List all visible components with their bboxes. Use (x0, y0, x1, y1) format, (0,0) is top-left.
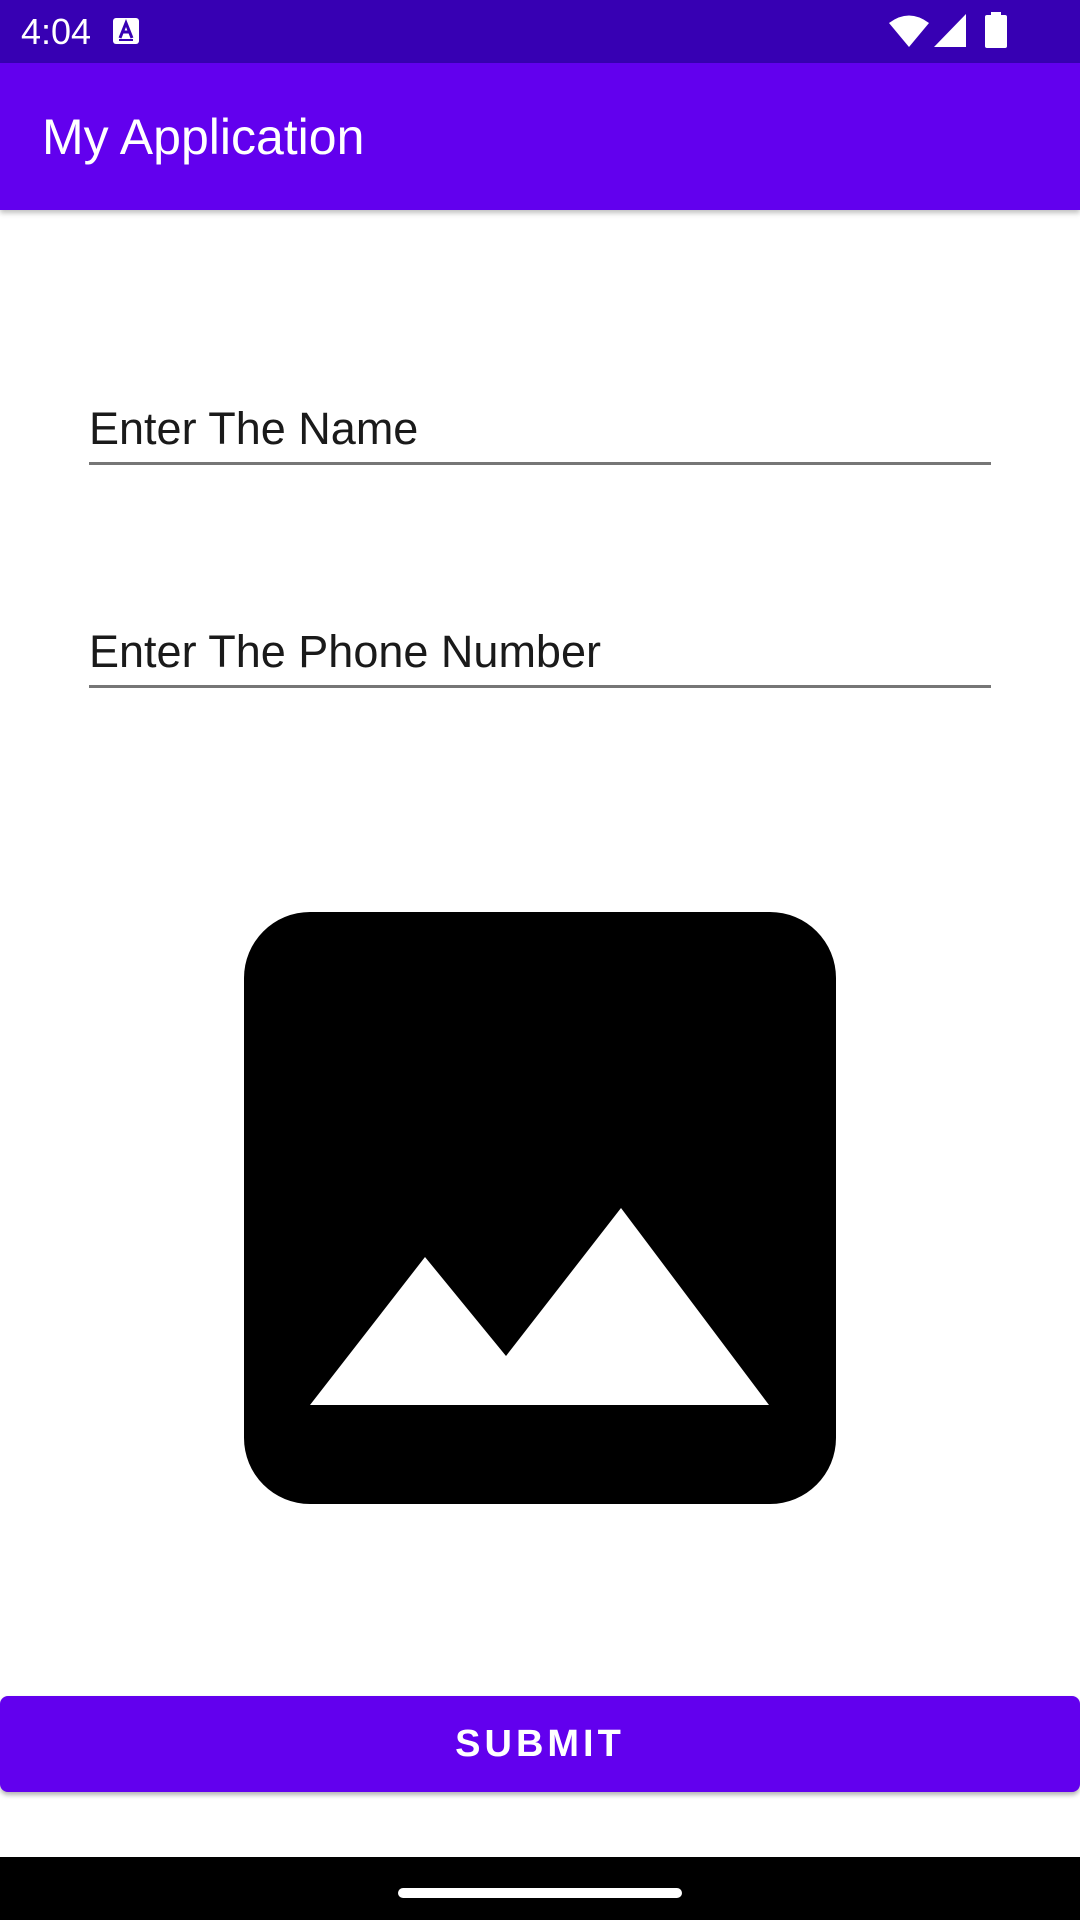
name-input[interactable] (89, 395, 991, 465)
battery-icon (985, 12, 1007, 48)
wifi-icon (889, 15, 929, 47)
app-bar: My Application (0, 63, 1080, 210)
status-bar: 4:04 (0, 0, 1080, 63)
submit-button[interactable]: SUBMIT (0, 1696, 1080, 1792)
phone-number-input[interactable] (89, 618, 991, 688)
signal-icon (934, 14, 966, 47)
app-screen: 4:04 My Application SUBMIT (0, 0, 1080, 1920)
app-title: My Application (42, 109, 365, 165)
status-time: 4:04 (21, 11, 92, 52)
home-gesture-handle[interactable] (398, 1888, 682, 1898)
text-format-icon (113, 18, 139, 44)
image-placeholder-icon[interactable] (244, 912, 836, 1504)
